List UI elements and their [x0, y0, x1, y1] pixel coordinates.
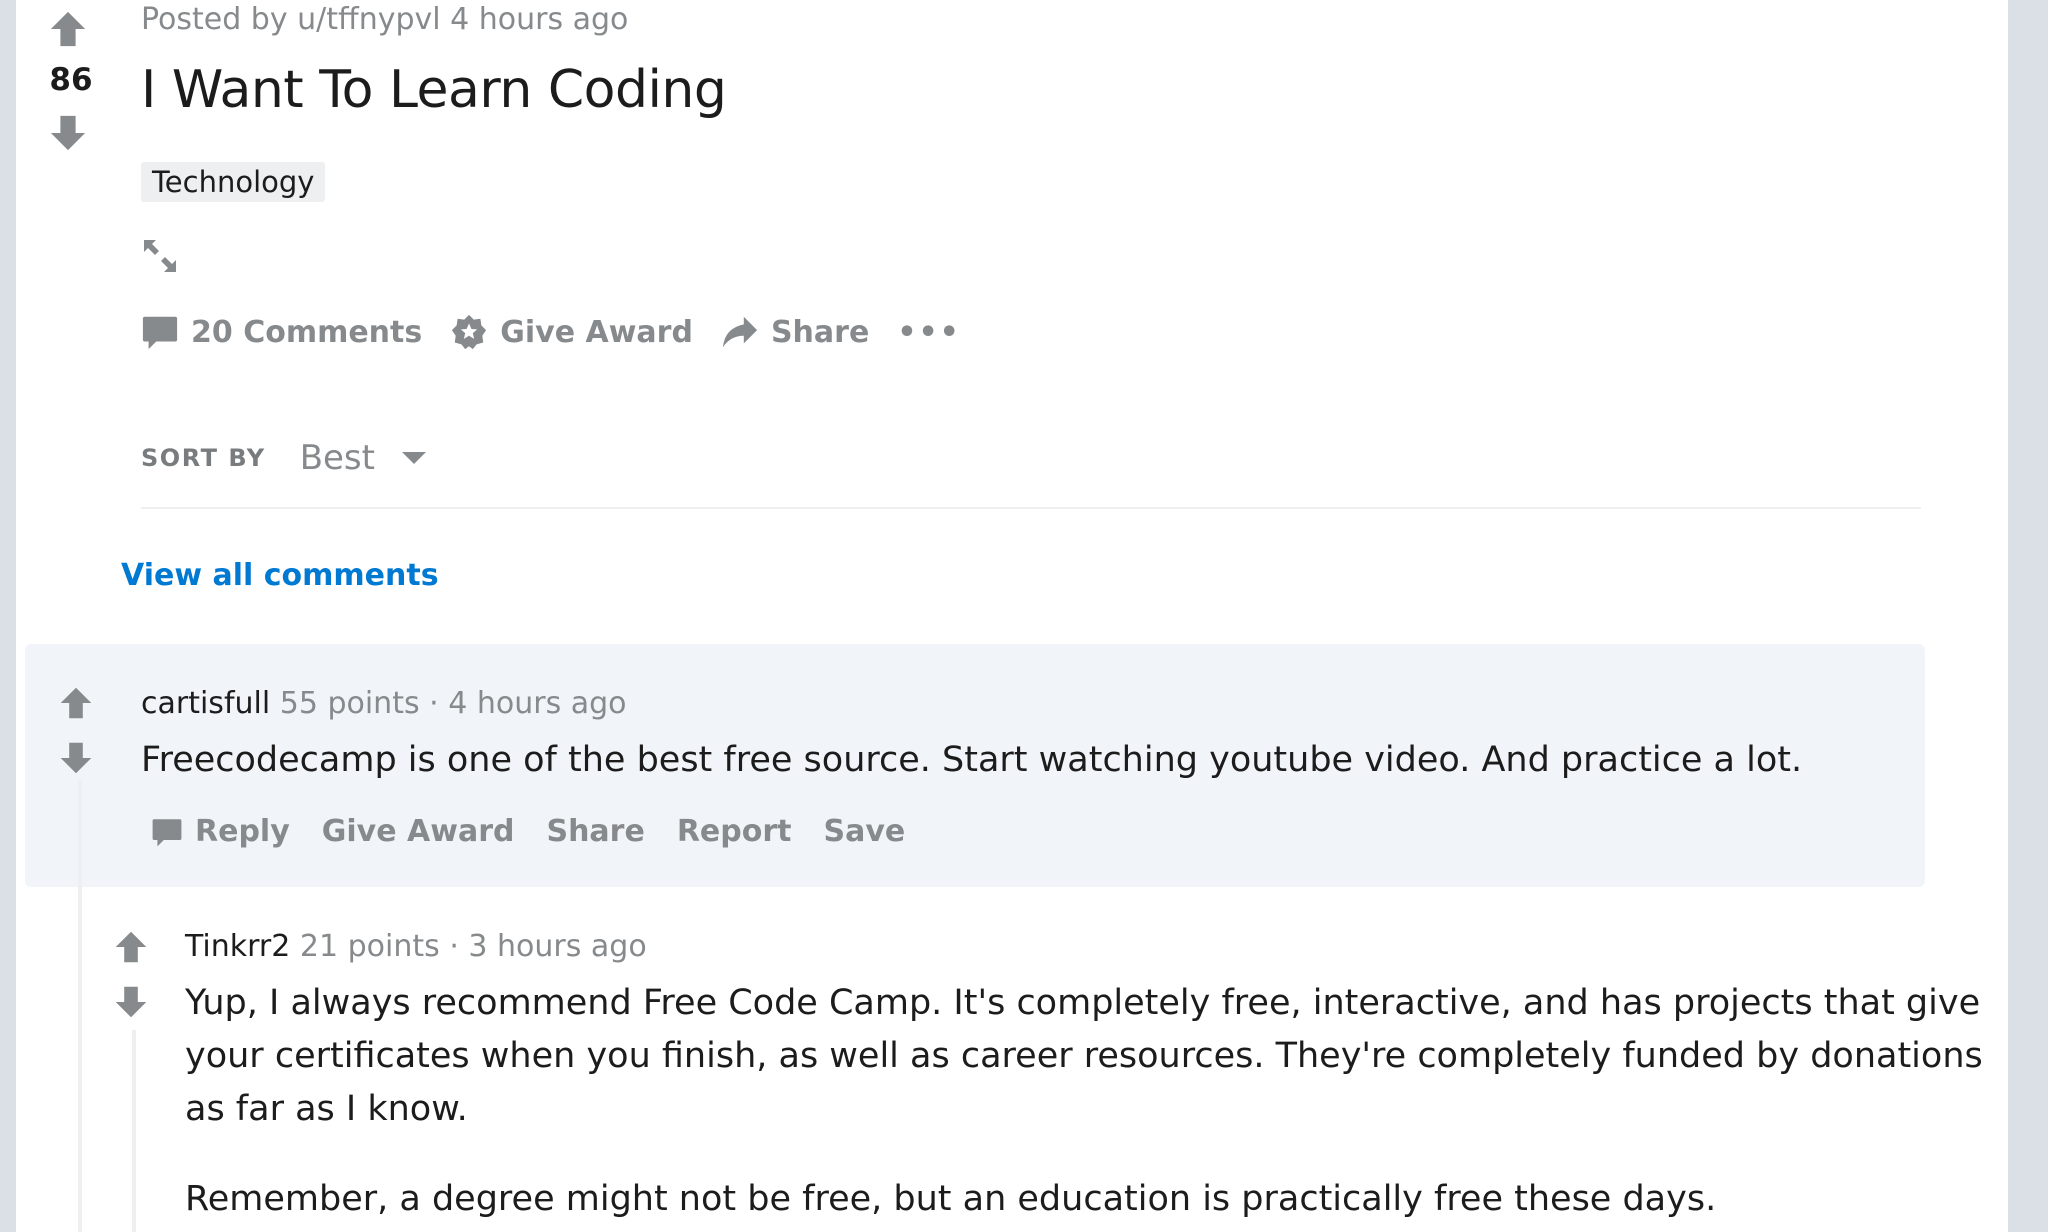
- upvote-icon[interactable]: [59, 686, 93, 720]
- share-button[interactable]: Share: [546, 814, 644, 849]
- share-icon: [721, 313, 759, 351]
- downvote-icon[interactable]: [114, 985, 148, 1019]
- report-button[interactable]: Report: [677, 814, 792, 849]
- thread-line[interactable]: [132, 1030, 136, 1232]
- sort-label: SORT BY: [141, 444, 266, 472]
- upvote-icon[interactable]: [49, 10, 87, 48]
- award-icon: [450, 313, 488, 351]
- give-award-button[interactable]: Give Award: [322, 814, 515, 849]
- comment-icon: [151, 816, 183, 848]
- comment-body-paragraph: Remember, a degree might not be free, bu…: [185, 1179, 1717, 1219]
- comment-body: Yup, I always recommend Free Code Camp. …: [185, 977, 1983, 1136]
- comment-time[interactable]: 4 hours ago: [448, 686, 626, 721]
- downvote-icon[interactable]: [49, 114, 87, 152]
- post-flair[interactable]: Technology: [141, 162, 326, 202]
- divider: [141, 507, 1921, 509]
- post-action-bar: 20 Comments Give Award Share •••: [141, 310, 961, 354]
- comment-points: 21 points: [299, 929, 440, 964]
- sort-value[interactable]: Best: [300, 438, 375, 478]
- comment-actions: Reply Give Award Share Report Save: [151, 814, 937, 849]
- comment-icon: [141, 313, 179, 351]
- comment-header: cartisfull 55 points · 4 hours ago: [141, 686, 627, 721]
- comment-author[interactable]: cartisfull: [141, 686, 270, 721]
- comment-points: 55 points: [279, 686, 420, 721]
- downvote-icon[interactable]: [59, 741, 93, 775]
- post-title: I Want To Learn Coding: [141, 60, 727, 120]
- meta-separator: ·: [429, 686, 439, 721]
- comments-button[interactable]: 20 Comments: [141, 313, 422, 351]
- save-button[interactable]: Save: [824, 814, 906, 849]
- reply-label: Reply: [195, 814, 290, 849]
- give-award-label: Give Award: [500, 314, 693, 350]
- meta-separator: ·: [449, 929, 459, 964]
- post-meta[interactable]: Posted by u/tffnypvl 4 hours ago: [141, 2, 628, 37]
- sort-control[interactable]: SORT BY Best: [141, 436, 427, 480]
- reply-button[interactable]: Reply: [151, 814, 290, 849]
- comments-label: 20 Comments: [191, 314, 423, 350]
- give-award-button[interactable]: Give Award: [450, 313, 693, 351]
- post-card: 86 Posted by u/tffnypvl 4 hours ago I Wa…: [16, 0, 2008, 1232]
- expand-icon[interactable]: [140, 236, 180, 276]
- comment-author[interactable]: Tinkrr2: [185, 929, 290, 964]
- comment-body-line: Yup, I always recommend Free Code Camp. …: [185, 983, 1981, 1023]
- comment-body: Freecodecamp is one of the best free sou…: [141, 740, 1803, 780]
- vote-count: 86: [49, 62, 93, 98]
- more-options-button[interactable]: •••: [897, 315, 961, 350]
- share-label: Share: [770, 314, 870, 350]
- comment-header: Tinkrr2 21 points · 3 hours ago: [185, 929, 647, 964]
- comment-body-line: as far as I know.: [185, 1089, 468, 1129]
- upvote-icon[interactable]: [114, 930, 148, 964]
- share-button[interactable]: Share: [721, 313, 869, 351]
- caret-down-icon[interactable]: [401, 450, 427, 466]
- view-all-comments-link[interactable]: View all comments: [121, 558, 439, 593]
- thread-line[interactable]: [78, 780, 82, 1232]
- comment-body-line: your certificates when you finish, as we…: [185, 1036, 1983, 1076]
- comment-time[interactable]: 3 hours ago: [468, 929, 646, 964]
